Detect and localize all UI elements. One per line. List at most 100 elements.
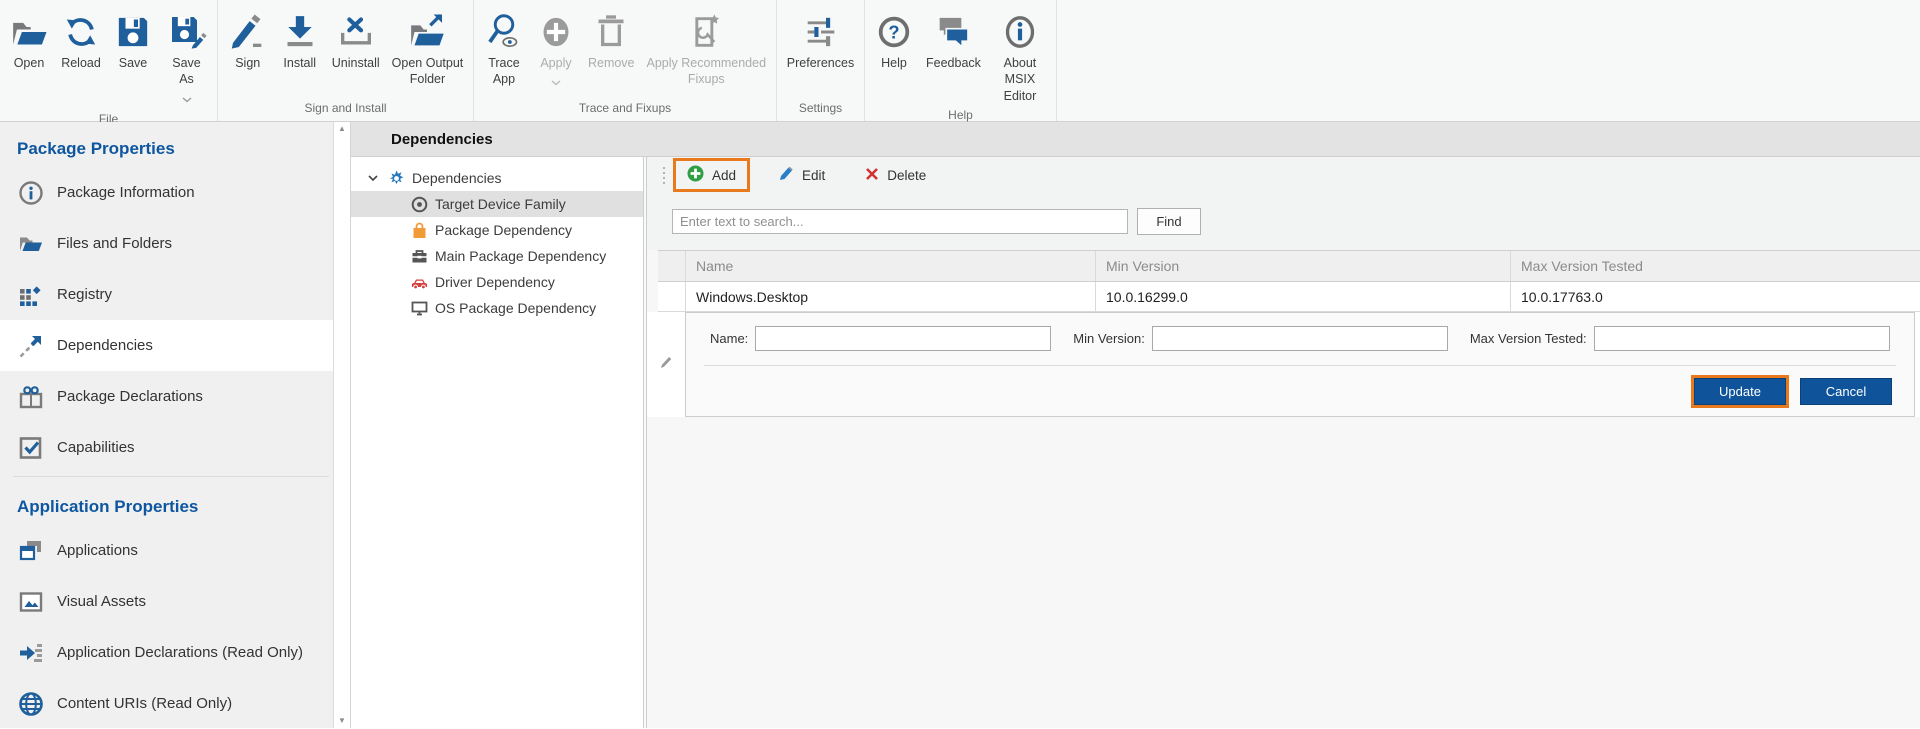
- files-and-folders-icon: [18, 231, 44, 257]
- scroll-down-arrow-icon[interactable]: ▼: [338, 717, 346, 725]
- apply-button-label: Apply: [540, 55, 571, 71]
- find-button[interactable]: Find: [1137, 208, 1201, 235]
- chevron-down-icon[interactable]: [364, 170, 381, 187]
- sidebar-item-applications[interactable]: Applications: [0, 525, 333, 576]
- save-as-dropdown-chevron-icon[interactable]: [182, 90, 192, 108]
- save-as-icon: [167, 8, 207, 55]
- sign-button[interactable]: Sign: [222, 7, 274, 72]
- delete-button-label: Delete: [887, 168, 926, 183]
- sidebar-item-application-declarations[interactable]: Application Declarations (Read Only): [0, 627, 333, 678]
- edit-pencil-icon: [778, 166, 794, 185]
- sidebar-item-capabilities[interactable]: Capabilities: [0, 422, 333, 473]
- delete-x-icon: [865, 167, 879, 184]
- feedback-button[interactable]: Feedback: [920, 7, 987, 72]
- cell-max-version-tested: 10.0.17763.0: [1510, 282, 1920, 311]
- install-button[interactable]: Install: [274, 7, 326, 72]
- delete-button[interactable]: Delete: [854, 163, 937, 188]
- reload-button[interactable]: Reload: [55, 7, 107, 72]
- name-field-label: Name:: [710, 331, 748, 346]
- install-button-label: Install: [283, 55, 316, 71]
- sidebar-item-content-uris[interactable]: Content URIs (Read Only): [0, 678, 333, 729]
- sidebar-item-label: Registry: [57, 286, 112, 303]
- sidebar-section-application-properties-title: Application Properties: [0, 480, 333, 525]
- sidebar-item-label: Capabilities: [57, 439, 135, 456]
- feedback-icon: [933, 8, 973, 55]
- monitor-icon: [411, 300, 428, 317]
- tree-item-label: Main Package Dependency: [435, 248, 606, 264]
- about-msix-editor-button[interactable]: About MSIX Editor: [987, 7, 1053, 105]
- ribbon-group-settings-label: Settings: [777, 98, 864, 121]
- about-msix-editor-button-label: About MSIX Editor: [993, 55, 1047, 104]
- tree-item-label: Package Dependency: [435, 222, 572, 238]
- ribbon-group-settings: Preferences Settings: [777, 0, 865, 121]
- add-button[interactable]: Add: [676, 161, 747, 189]
- table-row[interactable]: Windows.Desktop 10.0.16299.0 10.0.17763.…: [658, 282, 1920, 312]
- open-output-folder-button[interactable]: Open Output Folder: [386, 7, 470, 89]
- sidebar: Package Properties Package Information F…: [0, 122, 333, 728]
- sidebar-item-label: Package Information: [57, 184, 195, 201]
- remove-button[interactable]: Remove: [582, 7, 641, 72]
- sidebar-item-label: Content URIs (Read Only): [57, 695, 232, 712]
- sidebar-item-registry[interactable]: Registry: [0, 269, 333, 320]
- visual-assets-icon: [18, 589, 44, 615]
- search-input[interactable]: [672, 209, 1128, 234]
- dependencies-tree: Dependencies Target Device Family Packag…: [351, 157, 643, 728]
- preferences-button[interactable]: Preferences: [781, 7, 860, 72]
- update-button[interactable]: Update: [1694, 378, 1786, 405]
- add-icon: [687, 165, 704, 185]
- save-button[interactable]: Save: [107, 7, 159, 72]
- open-button[interactable]: Open: [3, 7, 55, 72]
- uninstall-button-label: Uninstall: [332, 55, 380, 71]
- edit-button[interactable]: Edit: [767, 162, 836, 189]
- cancel-button[interactable]: Cancel: [1800, 378, 1892, 405]
- sidebar-section-package-properties-title: Package Properties: [0, 122, 333, 167]
- tree-item-main-package-dependency[interactable]: Main Package Dependency: [351, 243, 643, 269]
- grid-search-bar: Find: [647, 193, 1920, 250]
- max-version-tested-field[interactable]: [1594, 326, 1890, 351]
- tree-item-label: Driver Dependency: [435, 274, 555, 290]
- tree-item-label: OS Package Dependency: [435, 300, 596, 316]
- column-header-max-version-tested[interactable]: Max Version Tested: [1510, 251, 1920, 281]
- trace-app-button-label: Trace App: [488, 55, 520, 88]
- min-version-field[interactable]: [1152, 326, 1448, 351]
- edit-row-indicator: [647, 312, 685, 417]
- help-button[interactable]: ? Help: [868, 7, 920, 72]
- toolbar-drag-handle-icon[interactable]: [655, 167, 673, 184]
- scroll-up-arrow-icon[interactable]: ▲: [338, 125, 346, 133]
- sidebar-item-files-and-folders[interactable]: Files and Folders: [0, 218, 333, 269]
- sidebar-item-dependencies[interactable]: Dependencies: [0, 320, 333, 371]
- sidebar-scrollbar[interactable]: ▲ ▼: [333, 122, 351, 728]
- edit-form-fields: Name: Min Version: Max Version Tested:: [686, 313, 1914, 351]
- apply-button[interactable]: Apply: [530, 7, 582, 92]
- sidebar-item-package-declarations[interactable]: Package Declarations: [0, 371, 333, 422]
- tree-item-dependencies-root[interactable]: Dependencies: [351, 165, 643, 191]
- apply-recommended-fixups-button[interactable]: Apply Recommended Fixups: [641, 7, 773, 89]
- toolbox-icon: [411, 248, 428, 265]
- tree-item-target-device-family[interactable]: Target Device Family: [351, 191, 643, 217]
- tree-item-os-package-dependency[interactable]: OS Package Dependency: [351, 295, 643, 321]
- edit-form: Name: Min Version: Max Version Tested: U…: [685, 312, 1915, 417]
- open-output-folder-icon: [407, 8, 447, 55]
- page-title-bar: Dependencies: [351, 122, 1920, 157]
- ribbon-group-help-buttons: ? Help Feedback About MSIX Editor: [865, 0, 1056, 105]
- apply-dropdown-chevron-icon: [551, 73, 561, 91]
- remove-button-label: Remove: [588, 55, 635, 71]
- main-panel: Dependencies Dependencies Target Device …: [351, 122, 1920, 728]
- application-declarations-icon: [18, 640, 44, 666]
- trace-app-button[interactable]: Trace App: [478, 7, 530, 89]
- uninstall-button[interactable]: Uninstall: [326, 7, 386, 72]
- tree-item-package-dependency[interactable]: Package Dependency: [351, 217, 643, 243]
- save-as-button[interactable]: Save As: [159, 7, 214, 109]
- sidebar-item-label: Application Declarations (Read Only): [57, 644, 303, 661]
- column-header-min-version[interactable]: Min Version: [1095, 251, 1510, 281]
- ribbon-empty-area: [1057, 0, 1920, 121]
- registry-icon: [18, 282, 44, 308]
- help-icon: ?: [874, 8, 914, 55]
- column-header-name[interactable]: Name: [685, 251, 1095, 281]
- remove-icon: [591, 8, 631, 55]
- tree-item-driver-dependency[interactable]: Driver Dependency: [351, 269, 643, 295]
- sidebar-item-package-information[interactable]: Package Information: [0, 167, 333, 218]
- sidebar-item-visual-assets[interactable]: Visual Assets: [0, 576, 333, 627]
- name-field[interactable]: [755, 326, 1051, 351]
- apply-icon: [536, 8, 576, 55]
